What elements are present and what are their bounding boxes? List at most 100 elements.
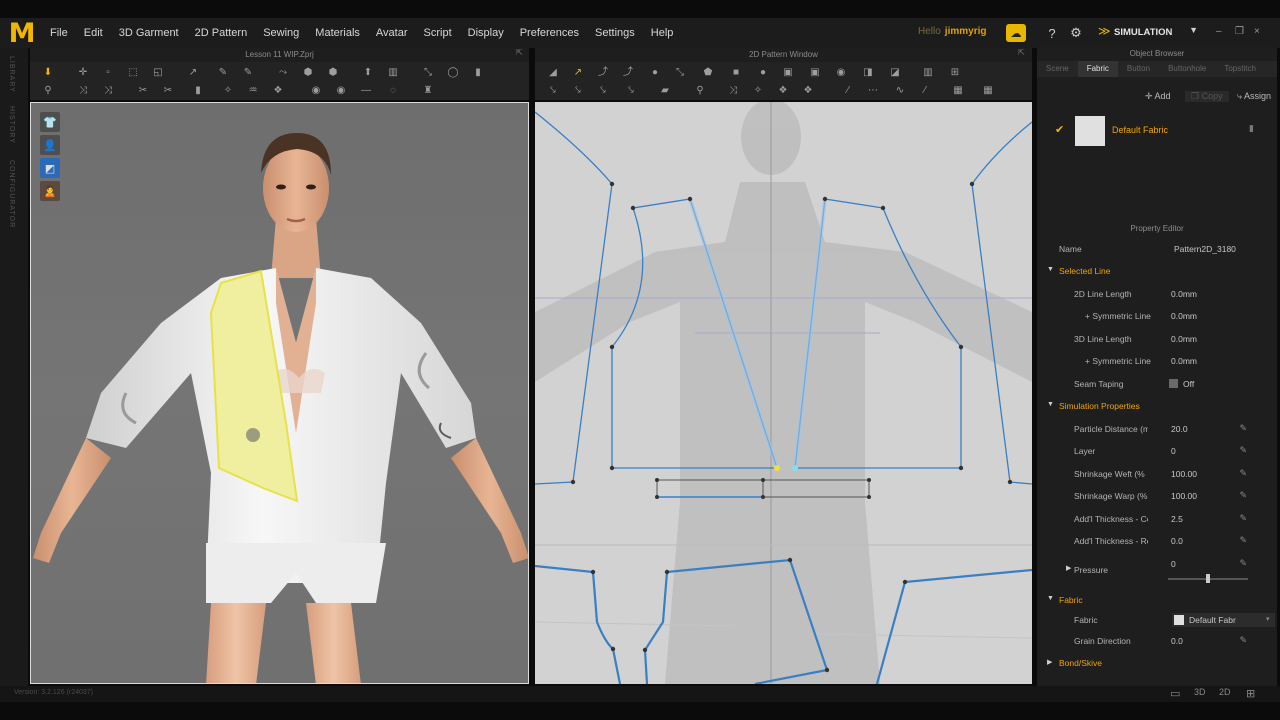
prop-fabric[interactable]: Fabric Default Fabr ▾ [1037,609,1277,631]
menu-materials[interactable]: Materials [315,27,360,39]
dart-icon[interactable]: ◨ [860,66,876,80]
layout-3d-icon[interactable]: 3D [1194,687,1206,697]
menu-help[interactable]: Help [651,27,674,39]
picker-icon[interactable]: ✎ [1239,558,1247,569]
menu-avatar[interactable]: Avatar [376,27,408,39]
paint-icon[interactable]: ♒ [245,84,261,98]
prop-shrinkage-weft[interactable]: Shrinkage Weft (% 100.00 ✎ [1037,463,1277,485]
avatar-measure-icon[interactable]: ⬆ [360,66,376,80]
sew-multi-icon[interactable]: ⤨ [100,84,116,98]
transform-icon[interactable]: ✛ [75,66,91,80]
cut-icon[interactable]: ▮ [190,84,206,98]
layout-single-icon[interactable]: ▭ [1170,687,1180,700]
fold-arrange-icon[interactable]: ▥ [920,66,936,80]
section-selected-line[interactable]: ▼ Selected Line [1037,261,1277,281]
menu-2d-pattern[interactable]: 2D Pattern [195,27,248,39]
tab-topstitch[interactable]: Topstitch [1215,61,1265,77]
edit-curve-icon[interactable]: ◱ [150,66,166,80]
fabric-list-item[interactable]: ✔ Default Fabric ▮ [1037,111,1277,151]
line-icon[interactable]: — [358,84,374,98]
circle-icon[interactable]: ● [755,66,771,80]
fold-icon[interactable]: ✎ [215,66,231,80]
pin-icon[interactable]: ⬢ [300,66,316,80]
cloud-icon[interactable]: ☁ [1006,24,1026,42]
pressure-slider-handle[interactable] [1206,574,1210,583]
texture-icon[interactable]: ❖ [270,84,286,98]
3d-viewport[interactable]: 👕 👤 ◩ 🙎 [30,102,529,684]
settings-icon[interactable]: ⚙ [1066,24,1086,42]
menu-display[interactable]: Display [468,27,504,39]
rail-history[interactable]: HISTORY [8,106,15,144]
2d-pattern-viewport[interactable] [535,102,1032,684]
picker-icon[interactable]: ✎ [1239,423,1247,434]
prop-thickness-collision[interactable]: Add'l Thickness - Collisic 2.5 ✎ [1037,508,1277,530]
offset-icon[interactable]: ⤥ [570,84,586,98]
trim-icon[interactable]: ❖ [800,84,816,98]
menu-edit[interactable]: Edit [84,27,103,39]
fabric-menu-icon[interactable]: ▮ [1249,123,1254,134]
tab-buttonhole[interactable]: Buttonhole [1159,61,1215,77]
curve-point-icon[interactable]: ⦁ [647,66,663,80]
picker-icon[interactable]: ✎ [1239,490,1247,501]
add-point-icon[interactable]: ⤴ [620,66,636,80]
box-select-icon[interactable]: ▫ [100,66,116,80]
menu-settings[interactable]: Settings [595,27,635,39]
expand-2d-icon[interactable]: ⇱ [1018,48,1025,57]
tab-fabric[interactable]: Fabric [1077,61,1118,77]
segment-sew-icon[interactable]: ⚲ [692,84,708,98]
tack-icon[interactable]: ⤳ [275,66,291,80]
mode-selector[interactable]: ≫ SIMULATION ▼ [1094,22,1202,42]
prop-thickness-render[interactable]: Add'l Thickness - Render 0.0 ✎ [1037,530,1277,552]
free-sew-icon[interactable]: ⤨ [725,84,741,98]
knife-icon[interactable]: ✂ [160,84,176,98]
polygon-icon[interactable]: ⬟ [700,66,716,80]
expand-icon[interactable]: ⇱ [516,48,523,57]
menu-preferences[interactable]: Preferences [520,27,579,39]
picker-icon[interactable]: ✎ [1239,513,1247,524]
texture-2d-icon[interactable]: ❖ [775,84,791,98]
rectangle-icon[interactable]: ■ [728,66,744,80]
puckering-icon[interactable]: ♜ [420,84,436,98]
topstitch-icon[interactable]: ◌ [385,84,401,98]
button-icon[interactable]: ◉ [308,84,324,98]
menu-file[interactable]: File [50,27,68,39]
arrange-icon[interactable]: ✎ [240,66,256,80]
zipper-icon[interactable]: ⤡ [420,66,436,80]
edit-curvature-icon[interactable]: ⤴ [595,66,611,80]
edit-point-icon[interactable]: ↗ [570,66,586,80]
picker-icon[interactable]: ✎ [1239,468,1247,479]
select-move-icon[interactable]: ⬇ [40,66,56,80]
rail-library[interactable]: LIBRARY [8,56,15,93]
dashed-line-icon[interactable]: ⋯ [865,84,881,98]
prop-shrinkage-warp[interactable]: Shrinkage Warp (% 100.00 ✎ [1037,485,1277,507]
buttonhole-icon[interactable]: ◉ [333,84,349,98]
unfold-icon[interactable]: ⤥ [623,84,639,98]
menu-sewing[interactable]: Sewing [263,27,299,39]
topstitch-2d-icon[interactable]: ⁄ [917,84,933,98]
section-bond-skive[interactable]: ▶ Bond/Skive [1037,653,1277,673]
add-button[interactable]: ✛ Add [1145,91,1171,102]
segment-icon[interactable]: ⤡ [672,66,688,80]
internal-polygon-icon[interactable]: ▣ [780,66,796,80]
measure-icon[interactable]: ▦ [980,84,996,98]
prop-pressure[interactable]: ▶ Pressure 0 ✎ [1037,553,1277,587]
walk-icon[interactable]: ⚲ [40,84,56,98]
prop-grain-direction[interactable]: Grain Direction 0.0 ✎ [1037,630,1277,652]
internal-circle-icon[interactable]: ◉ [833,66,849,80]
assign-button[interactable]: ⤷ Assign [1237,91,1271,102]
restore-icon[interactable]: ❐ [1235,26,1244,37]
layout-split-icon[interactable]: ⊞ [1246,687,1255,700]
layout-2d-icon[interactable]: 2D [1219,687,1231,697]
trace-icon[interactable]: ⤥ [545,84,561,98]
menu-3d-garment[interactable]: 3D Garment [119,27,179,39]
edit-pattern-icon[interactable]: ⬚ [125,66,141,80]
garment-fit-icon[interactable]: ▥ [385,66,401,80]
rail-configurator[interactable]: CONFIGURATOR [8,160,15,228]
mirror-icon[interactable]: ⤥ [595,84,611,98]
internal-rect-icon[interactable]: ▣ [807,66,823,80]
draw-line-icon[interactable]: ↗ [185,66,201,80]
seam-allowance-icon[interactable]: ▰ [657,84,673,98]
prop-seam-taping[interactable]: Seam Taping Off [1037,373,1277,395]
grid-icon[interactable]: ⊞ [947,66,963,80]
expand-pressure-icon[interactable]: ▶ [1066,564,1071,572]
